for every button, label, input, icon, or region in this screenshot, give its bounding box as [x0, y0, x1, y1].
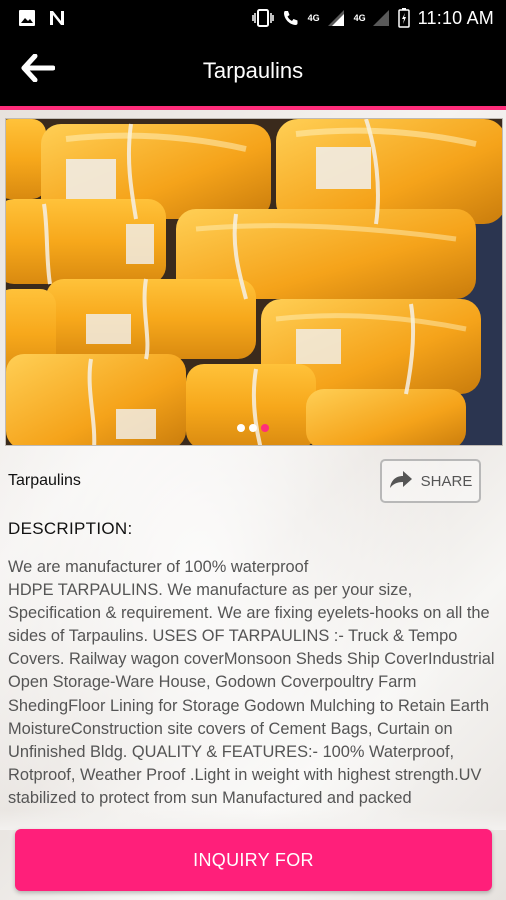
status-time: 11:10 AM: [417, 7, 494, 28]
description-heading: DESCRIPTION:: [8, 519, 133, 538]
signal-icon-2: [372, 9, 390, 27]
page-title: Tarpaulins: [202, 58, 304, 83]
carousel-dot[interactable]: [249, 424, 257, 432]
inquiry-button[interactable]: INQUIRY FOR: [15, 829, 492, 891]
description-fade: [0, 810, 506, 830]
image-icon: [18, 9, 36, 27]
share-button[interactable]: SHARE: [380, 459, 481, 503]
product-name: Tarpaulins: [8, 472, 81, 489]
product-image-carousel[interactable]: [5, 118, 503, 446]
network-type-label-2: 4G: [353, 12, 366, 23]
description-text: We are manufacturer of 100% waterproof H…: [8, 558, 495, 807]
carousel-dots: [0, 424, 506, 432]
n-logo-icon: [48, 9, 66, 27]
share-button-label: SHARE: [420, 472, 473, 490]
status-bar: 4G 4G 11:10 AM: [0, 0, 506, 36]
carousel-dot-active[interactable]: [261, 424, 269, 432]
carousel-dot[interactable]: [237, 424, 245, 432]
network-type-label: 4G: [307, 12, 320, 23]
battery-icon: [397, 8, 410, 28]
product-image: [6, 119, 502, 445]
vibrate-icon: [251, 9, 274, 27]
wifi-call-icon: [282, 9, 300, 27]
share-icon: [389, 469, 413, 493]
signal-icon: [326, 9, 346, 27]
